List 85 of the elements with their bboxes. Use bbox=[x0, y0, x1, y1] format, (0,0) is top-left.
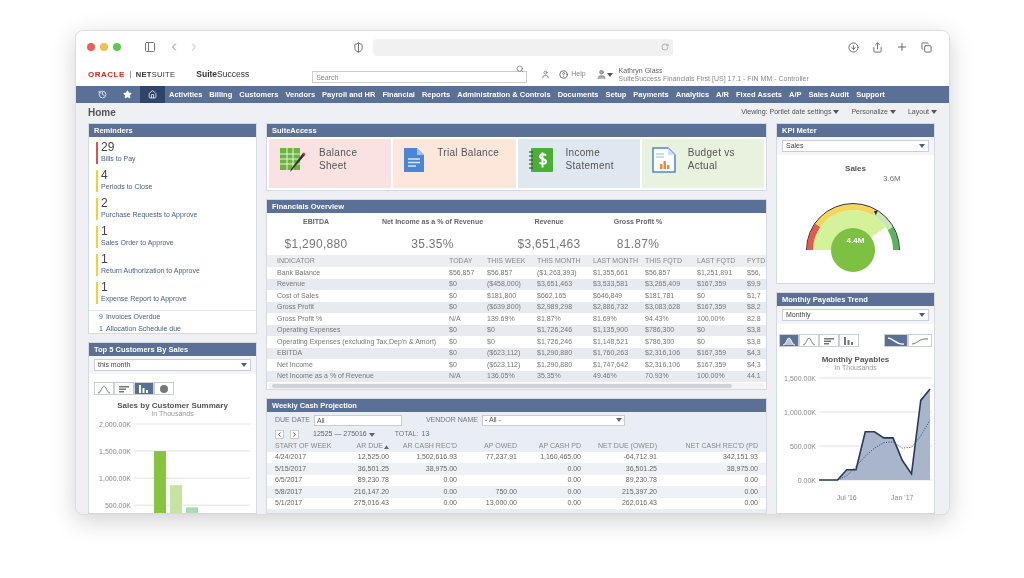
shortcut-label: Budget vs Actual bbox=[687, 147, 735, 172]
kpi-value: $1,290,880 bbox=[284, 235, 348, 253]
horizontal-scrollbar[interactable] bbox=[269, 383, 764, 389]
bar bbox=[170, 485, 182, 513]
previous-icon bbox=[276, 431, 283, 438]
shortcut-label: Balance Sheet bbox=[319, 147, 358, 172]
caret-icon bbox=[616, 418, 622, 422]
new-tab-icon[interactable] bbox=[896, 41, 908, 53]
column-chart-icon bbox=[842, 335, 856, 346]
kpi-value: 81.87% bbox=[616, 235, 660, 253]
caret-icon bbox=[931, 110, 937, 114]
contacts-icon[interactable] bbox=[541, 70, 551, 79]
close-icon bbox=[87, 43, 95, 51]
kpi-value: $3,651,463 bbox=[517, 235, 581, 253]
user-avatar-icon[interactable] bbox=[595, 69, 607, 80]
home-icon bbox=[148, 90, 157, 99]
nav-icon-button[interactable] bbox=[140, 86, 165, 103]
chart-title: Monthly Payables bbox=[821, 356, 890, 364]
caret-icon bbox=[889, 110, 896, 114]
tabs-icon[interactable] bbox=[921, 41, 932, 53]
report-document-icon bbox=[651, 147, 676, 173]
next-page-button[interactable] bbox=[290, 430, 299, 439]
chart-type-button[interactable] bbox=[839, 334, 859, 347]
shield-icon bbox=[353, 41, 364, 53]
shortcut-label: Income Statement bbox=[565, 147, 614, 172]
reminder-count[interactable]: 1 bbox=[101, 225, 174, 238]
chart-type-button[interactable] bbox=[819, 334, 839, 347]
sort-icon bbox=[384, 444, 389, 449]
caret-icon bbox=[241, 363, 247, 367]
caret-icon bbox=[919, 144, 925, 148]
chart-type-button[interactable] bbox=[134, 382, 154, 395]
column-chart-icon bbox=[137, 383, 151, 394]
search-icon bbox=[516, 64, 525, 73]
reminder-count[interactable]: 4 bbox=[101, 169, 153, 182]
gauge-title: Sales bbox=[845, 163, 866, 175]
caret-icon bbox=[368, 432, 375, 437]
chart-type-button[interactable] bbox=[154, 382, 174, 395]
curve-icon bbox=[911, 335, 929, 346]
chart-type-button[interactable] bbox=[799, 334, 819, 347]
document-icon bbox=[403, 147, 426, 173]
page-title: Home bbox=[88, 105, 116, 120]
history-icon bbox=[98, 90, 107, 99]
bar-chart-icon bbox=[822, 335, 836, 346]
share-icon[interactable] bbox=[872, 41, 883, 53]
area-chart-icon bbox=[782, 335, 796, 346]
reminder-count[interactable]: 1 bbox=[101, 253, 200, 266]
chart-type-button[interactable] bbox=[779, 334, 799, 347]
help-icon[interactable] bbox=[559, 70, 569, 79]
next-icon bbox=[291, 431, 298, 438]
shortcut-tile[interactable]: Balance Sheet bbox=[269, 139, 392, 188]
bar-chart-icon bbox=[117, 383, 131, 394]
download-icon[interactable] bbox=[848, 41, 859, 53]
shortcut-tile[interactable]: Income Statement bbox=[517, 139, 640, 188]
dollar-notebook-icon bbox=[527, 147, 554, 173]
minimize-icon bbox=[100, 43, 108, 51]
caret-icon bbox=[833, 110, 840, 114]
pie-chart-icon bbox=[157, 383, 171, 394]
chart-type-button[interactable] bbox=[114, 382, 134, 395]
maximize-icon bbox=[113, 43, 121, 51]
caret-icon bbox=[606, 72, 613, 77]
sidebar-icon[interactable] bbox=[144, 41, 156, 53]
caret-icon bbox=[919, 313, 925, 317]
brand-logo: ORACLE bbox=[88, 68, 125, 81]
gauge-target: 3.6M bbox=[883, 173, 901, 185]
previous-page-button[interactable] bbox=[275, 430, 284, 439]
chart-title: Sales by Customer Summary bbox=[117, 402, 228, 410]
gauge-value: 4.4M bbox=[846, 235, 865, 247]
star-icon bbox=[123, 90, 132, 99]
shortcut-tile[interactable]: Budget vs Actual bbox=[641, 139, 764, 188]
chart-type-button[interactable] bbox=[94, 382, 114, 395]
curve-icon bbox=[887, 335, 905, 346]
kpi-value: 35.35% bbox=[411, 235, 454, 253]
shortcut-label: Trial Balance bbox=[437, 147, 500, 160]
reminder-count[interactable]: 1 bbox=[101, 281, 187, 294]
line-chart-icon bbox=[802, 335, 816, 346]
bar bbox=[186, 507, 198, 513]
edition-name: SuiteSuccess bbox=[196, 68, 250, 81]
bar bbox=[154, 451, 166, 513]
reminder-count[interactable]: 29 bbox=[101, 141, 136, 154]
line-chart-icon bbox=[97, 383, 111, 394]
shortcut-tile[interactable]: Trial Balance bbox=[393, 139, 516, 188]
reminder-count[interactable]: 2 bbox=[101, 197, 198, 210]
spreadsheet-pen-icon bbox=[279, 147, 307, 173]
chart-type-button[interactable] bbox=[908, 334, 932, 347]
chart-type-button[interactable] bbox=[884, 334, 908, 347]
